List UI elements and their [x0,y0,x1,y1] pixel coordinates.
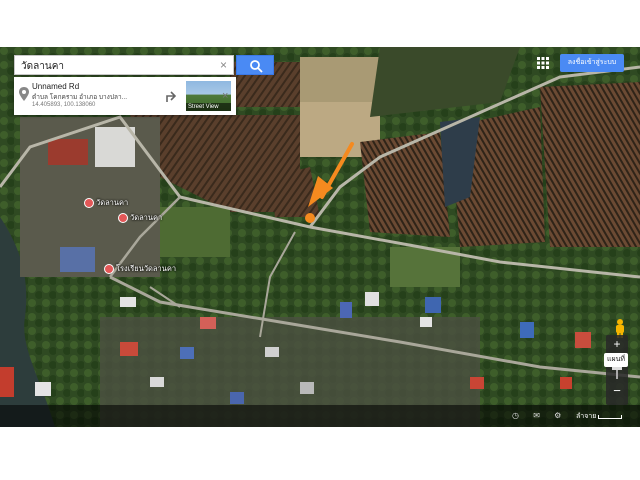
close-icon[interactable]: × [222,90,228,102]
zoom-out-button[interactable]: − [606,383,628,398]
pin-icon [19,87,29,101]
place-title: Unnamed Rd [32,82,80,91]
poi-school[interactable]: โรงเรียนวัดลานคา [104,263,176,275]
place-card[interactable]: Unnamed Rd ตำบล โคกคราม อำเภอ บางปลา... … [14,77,236,115]
search-query-text: วัดลานคา [21,61,64,72]
scale-bar [598,415,622,419]
poi-marker-icon [84,198,94,209]
signin-button[interactable]: ลงชื่อเข้าสู่ระบบ [560,54,624,72]
place-coordinates: 14.405893, 100.138060 [32,102,96,108]
search-icon [250,60,263,73]
place-address: ตำบล โคกคราม อำเภอ บางปลา... [32,94,128,101]
scale-label: ลำจาย [576,413,597,420]
map-type-toggle[interactable]: แผนที่ [604,353,628,367]
zoom-control: + − [606,335,628,405]
search-button[interactable] [236,55,274,75]
poi-marker-icon [104,264,114,275]
street-view-label: Street View [186,103,231,111]
footer-icons[interactable]: ◷ ✉ ⚙ [512,411,567,420]
directions-icon[interactable] [164,89,178,103]
poi-wat-lanka[interactable]: วัดลานคา [84,197,128,209]
apps-icon[interactable] [537,57,549,69]
poi-wat-lanka-2[interactable]: วัดลานคา [118,212,162,224]
clear-icon[interactable]: × [220,58,227,72]
poi-marker-icon [118,213,128,224]
zoom-in-button[interactable]: + [606,337,628,351]
search-input[interactable]: วัดลานคา × [14,55,234,75]
